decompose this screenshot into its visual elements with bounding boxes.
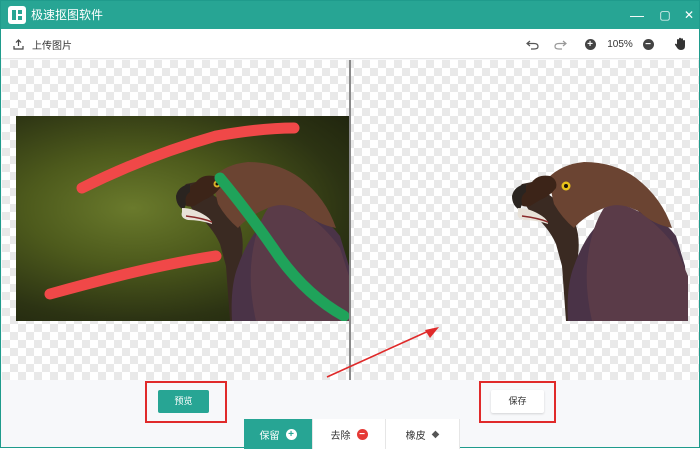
upload-icon (13, 38, 24, 50)
upload-label: 上传图片 (32, 40, 72, 52)
eagle-cutout-figure (512, 162, 688, 321)
zoom-out-icon: − (642, 38, 654, 50)
undo-icon (525, 40, 539, 50)
tool-eraser-label: 橡皮 (405, 430, 426, 442)
title-bar: 极速抠图软件 — ▢ ✕ (1, 1, 699, 29)
top-toolbar: 上传图片 + 105% − (1, 29, 699, 59)
app-title: 极速抠图软件 (31, 8, 104, 22)
highlight-box-save (479, 381, 556, 423)
pan-hand-button[interactable] (672, 36, 688, 52)
tool-remove[interactable]: 去除 − (313, 419, 386, 449)
tool-eraser[interactable]: 橡皮 ◆ (386, 419, 460, 449)
redo-icon (553, 40, 567, 50)
redo-button[interactable] (552, 36, 568, 52)
brush-toolbar: 保留 + 去除 − 橡皮 ◆ (244, 419, 460, 449)
zoom-out-button[interactable]: − (640, 36, 656, 52)
eagle-original-figure (44, 122, 349, 321)
zoom-in-icon: + (584, 38, 596, 50)
zoom-in-button[interactable]: + (582, 36, 598, 52)
tool-remove-label: 去除 (330, 430, 351, 442)
zoom-level: 105% (607, 39, 633, 50)
tool-keep[interactable]: 保留 + (244, 419, 313, 449)
original-image[interactable] (16, 116, 349, 321)
highlight-box-preview (145, 381, 227, 423)
eraser-icon: ◆ (431, 428, 440, 440)
undo-button[interactable] (524, 36, 540, 52)
tool-keep-label: 保留 (259, 430, 280, 442)
app-window: 极速抠图软件 — ▢ ✕ 上传图片 + 105% − 预览 保存 保留 + 去除… (0, 0, 700, 449)
minimize-button[interactable]: — (627, 5, 647, 25)
annotation-arrow (326, 327, 439, 378)
maximize-button[interactable]: ▢ (655, 5, 675, 25)
plus-circle-icon: + (285, 428, 297, 440)
minus-circle-icon: − (356, 428, 368, 440)
close-button[interactable]: ✕ (679, 5, 699, 25)
hand-icon (674, 37, 685, 50)
upload-button[interactable]: 上传图片 (13, 36, 72, 52)
app-logo-icon (8, 6, 26, 24)
